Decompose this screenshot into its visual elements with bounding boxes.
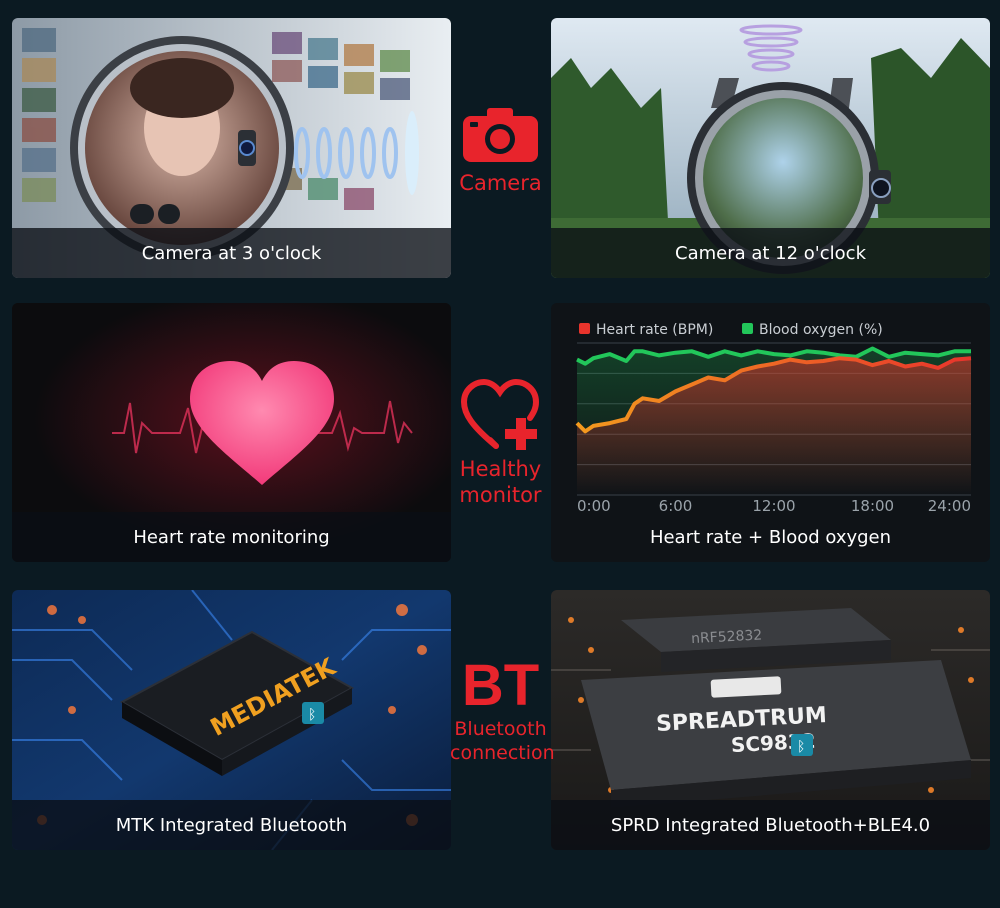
legend-heart-rate: Heart rate (BPM) xyxy=(596,322,713,338)
svg-text:ᛒ: ᛒ xyxy=(308,707,316,723)
bluetooth-label: Bluetooth xyxy=(454,718,547,740)
legend-swatch-heart-rate xyxy=(579,323,590,334)
camera-3-caption: Camera at 3 o'clock xyxy=(141,242,322,264)
monitor-label: monitor xyxy=(459,483,542,507)
caption-bar: Camera at 12 o'clock xyxy=(551,228,990,278)
chart-legend: Heart rate (BPM) Blood oxygen (%) xyxy=(579,322,883,338)
heart-rate-panel: Heart rate monitoring xyxy=(12,303,451,562)
camera-12-caption: Camera at 12 o'clock xyxy=(675,242,866,264)
chart-areas xyxy=(577,348,971,495)
mtk-bluetooth-panel: MEDIATEK ᛒ MTK Integrated Bluetooth xyxy=(12,590,451,850)
chart-caption: Heart rate + Blood oxygen xyxy=(649,526,892,548)
camera-feature-label: Camera xyxy=(450,104,551,196)
caption-bar: Heart rate monitoring xyxy=(12,512,451,562)
svg-text:ᛒ: ᛒ xyxy=(797,739,805,755)
legend-blood-oxygen: Blood oxygen (%) xyxy=(759,322,883,338)
sprd-caption: SPRD Integrated Bluetooth+BLE4.0 xyxy=(610,814,931,836)
bt-label: BT xyxy=(461,653,540,718)
connection-label: connection xyxy=(450,742,555,764)
heart-blood-chart-panel: 0:00 6:00 12:00 18:00 24:00 Heart rate (BPM)… xyxy=(551,303,990,562)
sprd-bluetooth-panel: nRF52832 SPREADTRUM SC9832 ᛒ SPRD Integr… xyxy=(551,590,990,850)
health-feature-label: Healthy monitor xyxy=(450,378,551,508)
healthy-label: Healthy xyxy=(459,457,542,481)
legend-swatch-blood-oxygen xyxy=(742,323,753,334)
caption-bar: Camera at 3 o'clock xyxy=(12,228,451,278)
mtk-caption: MTK Integrated Bluetooth xyxy=(115,814,348,836)
camera-icon xyxy=(463,108,538,162)
camera-3-oclock-panel: Camera at 3 o'clock xyxy=(12,18,451,278)
camera-12-oclock-panel: Camera at 12 o'clock xyxy=(551,18,990,278)
heart-rate-caption: Heart rate monitoring xyxy=(133,526,330,548)
bluetooth-feature-label: BT Bluetooth connection xyxy=(450,653,555,765)
camera-label: Camera xyxy=(459,171,542,195)
caption-bar: MTK Integrated Bluetooth xyxy=(12,800,451,850)
heart-plus-icon xyxy=(460,378,540,450)
caption-bar: SPRD Integrated Bluetooth+BLE4.0 xyxy=(551,800,990,850)
caption-bar: Heart rate + Blood oxygen xyxy=(551,512,990,562)
